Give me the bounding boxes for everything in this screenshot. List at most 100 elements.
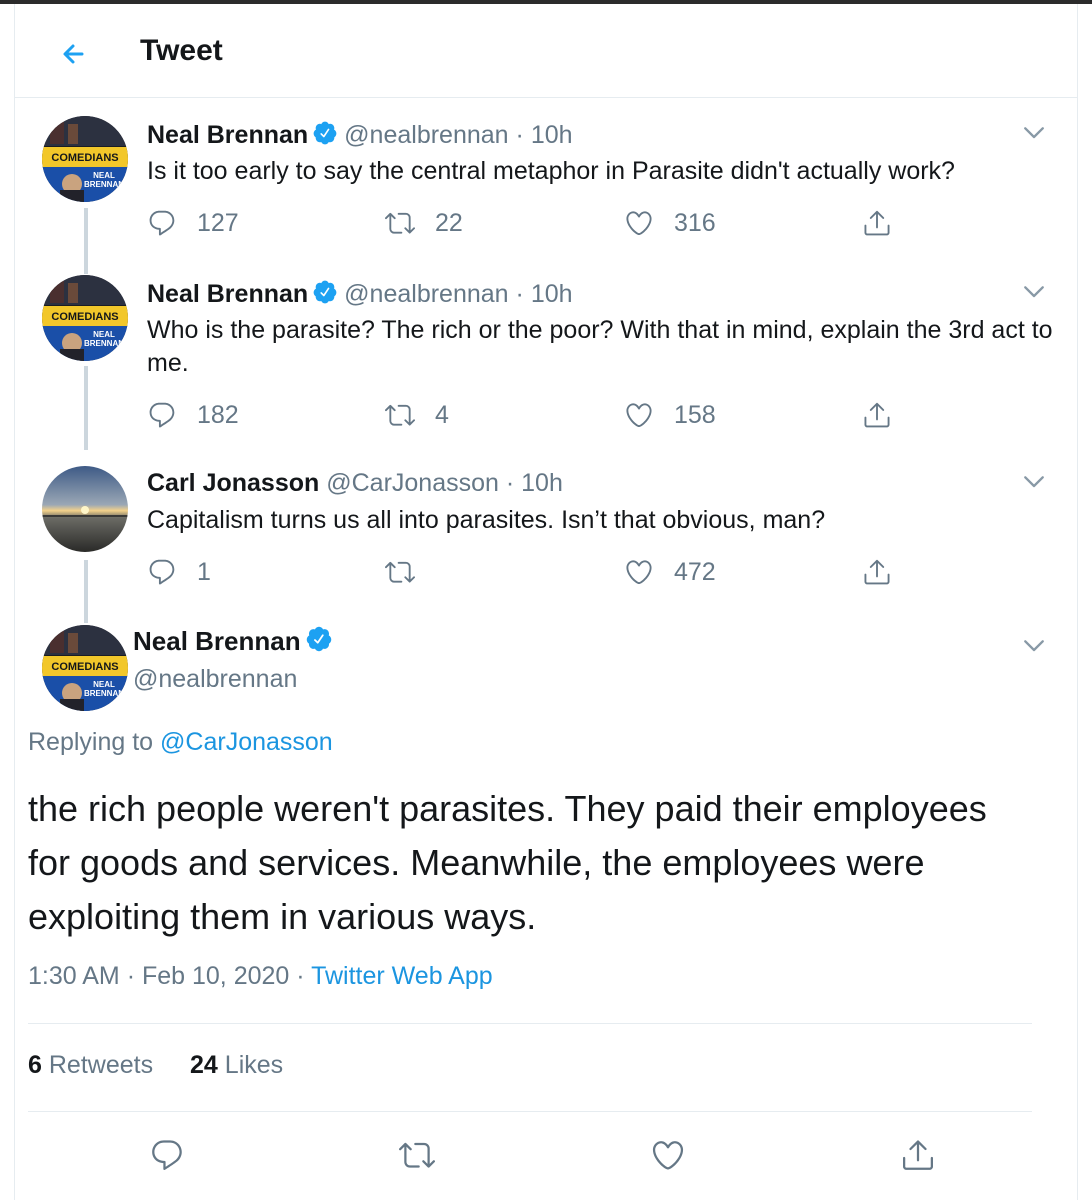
retweet-count: 4 bbox=[435, 400, 449, 429]
avatar[interactable]: COMEDIANS NEAL BRENNAN bbox=[42, 625, 128, 711]
author-name[interactable]: Neal Brennan bbox=[147, 121, 308, 149]
separator-dot: · bbox=[505, 469, 515, 497]
avatar[interactable]: COMEDIANS NEAL BRENNAN bbox=[42, 275, 128, 361]
page-header: Tweet bbox=[14, 4, 1078, 98]
like-button[interactable]: 472 bbox=[624, 552, 716, 592]
chevron-down-icon[interactable] bbox=[1020, 467, 1048, 495]
heart-icon bbox=[624, 400, 654, 430]
svg-text:COMEDIANS: COMEDIANS bbox=[51, 311, 118, 323]
thread-connector bbox=[84, 260, 88, 274]
tweet-text: Is it too early to say the central metap… bbox=[147, 157, 955, 185]
tweet-time[interactable]: 1:30 AM bbox=[28, 962, 120, 990]
tweet-time[interactable]: 10h bbox=[531, 280, 573, 308]
divider bbox=[28, 1023, 1032, 1024]
thread-connector bbox=[84, 560, 88, 615]
reply-button[interactable] bbox=[145, 1133, 189, 1177]
svg-text:COMEDIANS: COMEDIANS bbox=[51, 152, 118, 164]
chevron-down-icon[interactable] bbox=[1020, 631, 1048, 659]
retweet-button[interactable] bbox=[395, 1133, 439, 1177]
like-count: 158 bbox=[674, 400, 716, 429]
focused-tweet-actions bbox=[14, 1133, 1078, 1177]
author-handle[interactable]: @nealbrennan bbox=[344, 280, 508, 308]
reply-button[interactable]: 1 bbox=[147, 552, 211, 592]
likes-stat[interactable]: 24 Likes bbox=[190, 1051, 283, 1079]
author-name[interactable]: Carl Jonasson bbox=[147, 469, 319, 497]
thread-connector bbox=[84, 366, 88, 450]
svg-text:BRENNAN: BRENNAN bbox=[84, 180, 124, 189]
replying-prefix: Replying to bbox=[28, 728, 154, 756]
share-button[interactable] bbox=[896, 1133, 940, 1177]
tweet-author-row: Neal Brennan @nealbrennan · 10h bbox=[147, 279, 573, 309]
reply-button[interactable]: 127 bbox=[147, 203, 239, 243]
separator-dot: · bbox=[515, 280, 524, 308]
tweet-text: the rich people weren't parasites. They … bbox=[28, 788, 987, 937]
thread-tweet[interactable]: COMEDIANS NEAL BRENNAN Neal Brennan @neal… bbox=[14, 260, 1078, 450]
verified-badge-icon bbox=[312, 279, 338, 305]
like-count: 472 bbox=[674, 557, 716, 586]
thread-tweet[interactable]: Carl Jonasson @CarJonasson · 10h Capital… bbox=[14, 450, 1078, 615]
replying-to: Replying to @CarJonasson bbox=[28, 728, 333, 757]
avatar[interactable]: COMEDIANS NEAL BRENNAN bbox=[42, 116, 128, 202]
share-button[interactable] bbox=[862, 203, 892, 243]
tweet-author-row: Carl Jonasson @CarJonasson · 10h bbox=[147, 469, 563, 498]
reply-count: 127 bbox=[197, 208, 239, 237]
chevron-down-icon[interactable] bbox=[1020, 277, 1048, 305]
chevron-down-icon[interactable] bbox=[1020, 118, 1048, 146]
svg-text:NEAL: NEAL bbox=[93, 680, 115, 689]
avatar-image: COMEDIANS NEAL BRENNAN bbox=[42, 275, 128, 361]
retweet-icon bbox=[385, 208, 415, 238]
tweet-metadata: 1:30 AM · Feb 10, 2020 · Twitter Web App bbox=[28, 962, 493, 991]
arrow-left-icon bbox=[63, 44, 84, 64]
retweet-count: 22 bbox=[435, 208, 463, 237]
like-count: 316 bbox=[674, 208, 716, 237]
retweets-label: Retweets bbox=[48, 1051, 154, 1079]
share-button[interactable] bbox=[862, 395, 892, 435]
retweet-button[interactable] bbox=[385, 552, 435, 592]
tweet-date[interactable]: Feb 10, 2020 bbox=[142, 962, 289, 990]
tweet-time[interactable]: 10h bbox=[531, 121, 573, 149]
likes-label: Likes bbox=[224, 1051, 284, 1079]
tweet-actions: 182 4 158 bbox=[147, 395, 907, 435]
thread-tweet[interactable]: COMEDIANS NEAL BRENNAN Neal Brennan @neal… bbox=[14, 100, 1078, 260]
tweet-time[interactable]: 10h bbox=[521, 469, 563, 497]
replying-to-link[interactable]: @CarJonasson bbox=[160, 728, 333, 756]
retweets-stat[interactable]: 6 Retweets bbox=[28, 1051, 153, 1079]
share-icon bbox=[900, 1137, 936, 1173]
reply-count: 1 bbox=[197, 557, 211, 586]
like-button[interactable]: 158 bbox=[624, 395, 716, 435]
svg-text:BRENNAN: BRENNAN bbox=[84, 689, 124, 698]
engagement-stats: 6 Retweets 24 Likes bbox=[28, 1051, 313, 1080]
author-handle[interactable]: @nealbrennan bbox=[133, 665, 297, 694]
likes-count: 24 bbox=[190, 1051, 218, 1079]
like-button[interactable] bbox=[646, 1133, 690, 1177]
author-handle[interactable]: @nealbrennan bbox=[344, 121, 508, 149]
share-icon bbox=[862, 557, 892, 587]
like-button[interactable]: 316 bbox=[624, 203, 716, 243]
reply-icon bbox=[147, 208, 177, 238]
svg-text:NEAL: NEAL bbox=[93, 330, 115, 339]
retweet-icon bbox=[399, 1137, 435, 1173]
retweet-button[interactable]: 4 bbox=[385, 395, 449, 435]
retweets-count: 6 bbox=[28, 1051, 42, 1079]
reply-icon bbox=[147, 400, 177, 430]
tweet-author-row: Neal Brennan @nealbrennan · 10h bbox=[147, 120, 573, 150]
author-handle[interactable]: @CarJonasson bbox=[326, 469, 499, 497]
svg-text:COMEDIANS: COMEDIANS bbox=[51, 661, 118, 673]
avatar[interactable] bbox=[42, 466, 128, 552]
svg-text:BRENNAN: BRENNAN bbox=[84, 339, 124, 348]
reply-icon bbox=[149, 1137, 185, 1173]
tweet-text: Who is the parasite? The rich or the poo… bbox=[147, 316, 1053, 377]
tweet-actions: 1 472 bbox=[147, 552, 907, 592]
verified-badge-icon bbox=[305, 625, 333, 653]
divider bbox=[28, 1111, 1032, 1112]
separator-dot: · bbox=[296, 962, 305, 990]
separator-dot: · bbox=[126, 962, 136, 990]
author-name[interactable]: Neal Brennan bbox=[147, 280, 308, 308]
reply-button[interactable]: 182 bbox=[147, 395, 239, 435]
author-name[interactable]: Neal Brennan bbox=[133, 626, 301, 656]
back-button[interactable] bbox=[54, 34, 94, 74]
source-app-link[interactable]: Twitter Web App bbox=[311, 962, 493, 990]
retweet-button[interactable]: 22 bbox=[385, 203, 463, 243]
thread-connector bbox=[84, 615, 88, 623]
share-button[interactable] bbox=[862, 552, 892, 592]
